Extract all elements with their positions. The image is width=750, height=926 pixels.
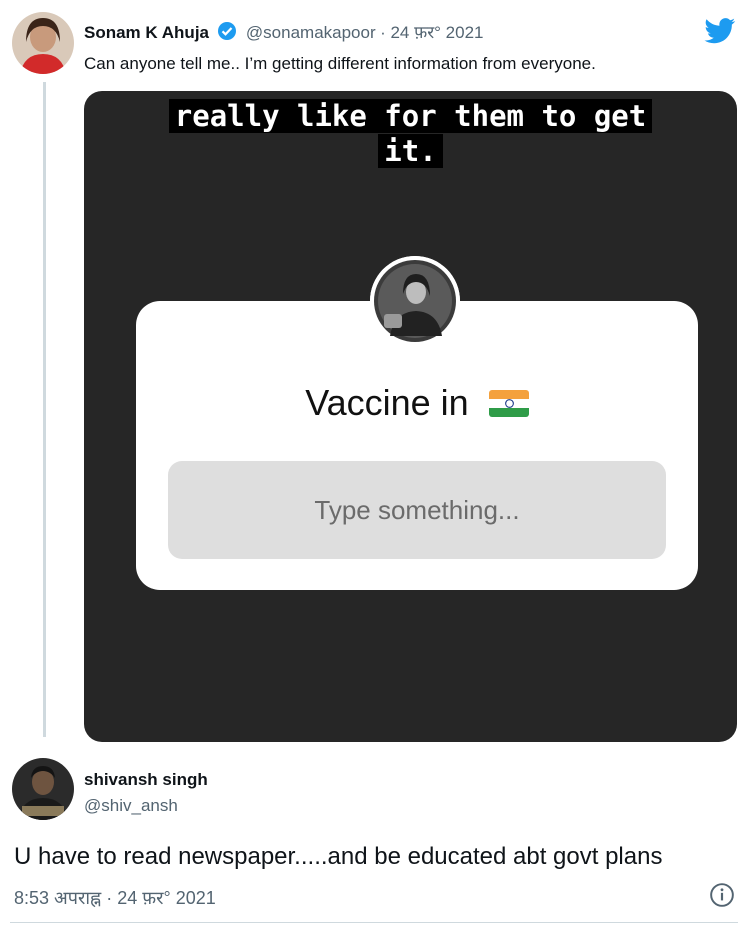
reply-timestamp[interactable]: 8:53 अपराह्न · 24 फ़र° 2021 — [14, 886, 216, 910]
story-caption-line2: it. — [378, 134, 443, 168]
reply-author-avatar[interactable] — [12, 758, 74, 820]
info-icon[interactable] — [709, 882, 735, 913]
story-caption: really like for them to get it. — [84, 99, 737, 169]
reply-text: U have to read newspaper.....and be educ… — [14, 843, 663, 870]
question-title: Vaccine in — [136, 381, 698, 425]
tweet-author-name[interactable]: Sonam K Ahuja — [84, 23, 209, 42]
india-flag-icon — [488, 390, 529, 417]
tweet-text: Can anyone tell me.. I’m getting differe… — [84, 54, 596, 73]
tweet-date[interactable]: · 24 फ़र° 2021 — [380, 23, 483, 42]
tweet-author-handle[interactable]: @sonamakapoor — [246, 23, 376, 42]
reply-author-name[interactable]: shivansh singh — [84, 770, 208, 790]
bottom-divider — [10, 922, 738, 923]
reply-author-handle[interactable]: @shiv_ansh — [84, 796, 178, 816]
story-profile-avatar — [370, 256, 460, 346]
story-caption-line1: really like for them to get — [168, 99, 653, 133]
question-title-text: Vaccine in — [305, 382, 469, 423]
verified-badge-icon — [217, 21, 237, 46]
thread-line — [43, 82, 46, 737]
twitter-bird-icon[interactable] — [704, 18, 736, 49]
question-input-field[interactable]: Type something... — [168, 461, 666, 559]
tweet-author-avatar[interactable] — [12, 12, 74, 74]
tweet-media-story[interactable]: really like for them to get it. Vaccine … — [84, 91, 737, 742]
tweet-header: Sonam K Ahuja @sonamakapoor · 24 फ़र° 20… — [84, 20, 484, 46]
